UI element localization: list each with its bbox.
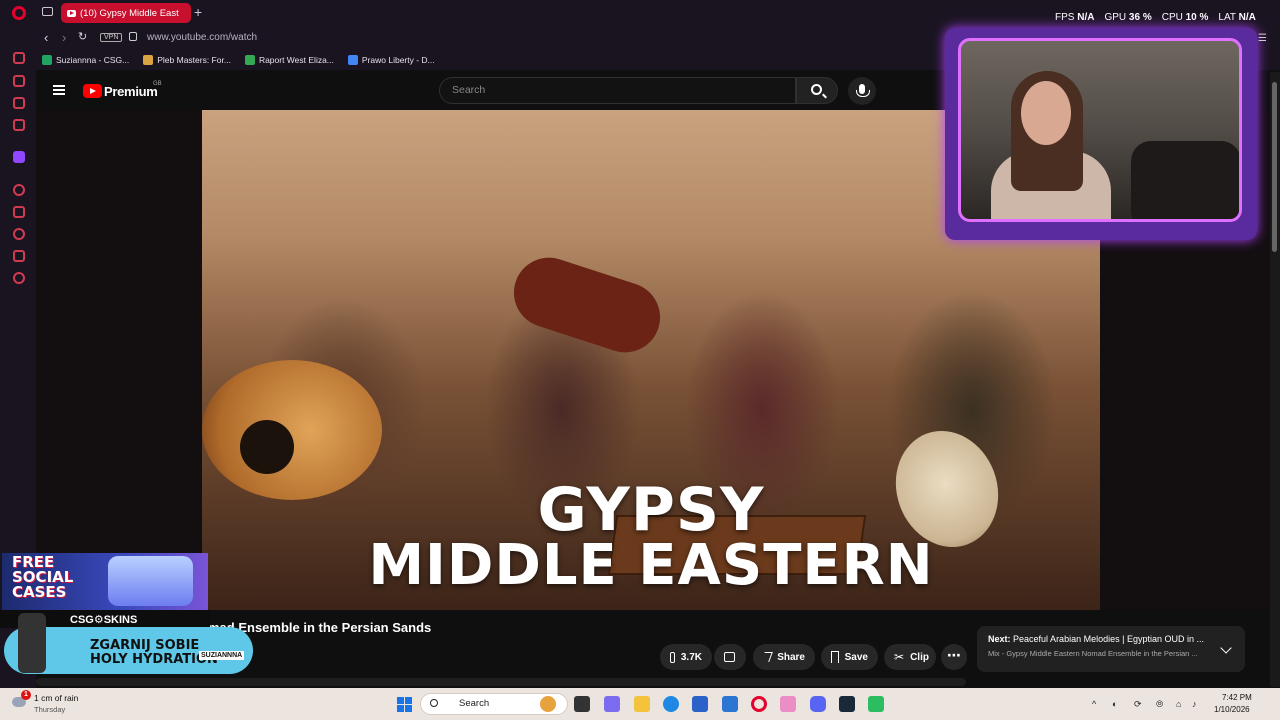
forward-arrow-icon[interactable]: ›: [62, 30, 66, 45]
webcam-feed: [958, 38, 1242, 222]
speaker-icon: [67, 9, 76, 17]
webcam-chair: [1131, 141, 1239, 219]
thumbs-down-icon: [724, 652, 735, 662]
snipping-tool-icon[interactable]: [780, 696, 796, 712]
clock-date[interactable]: 1/10/2026: [1214, 705, 1250, 714]
tab-title: (10) Gypsy Middle East: [80, 7, 179, 19]
windows-start-icon[interactable]: [397, 697, 412, 712]
opera-taskbar-icon[interactable]: [751, 696, 767, 712]
more-actions-button[interactable]: ⋯: [941, 644, 967, 670]
next-subtitle: Mix - Gypsy Middle Eastern Nomad Ensembl…: [988, 649, 1198, 658]
sword-icon: [143, 55, 154, 65]
drive-icon: [244, 55, 255, 65]
weather-day: Thursday: [34, 705, 66, 714]
ad-case-graphic: [108, 556, 193, 606]
docs-icon: [347, 55, 358, 65]
ad-badge: SUZIANNNA: [199, 651, 245, 660]
youtube-logo-icon[interactable]: [83, 84, 102, 98]
sidebar-player-icon[interactable]: [13, 184, 25, 196]
discord-icon[interactable]: [810, 696, 826, 712]
webcam-face: [1021, 81, 1071, 145]
weather-text[interactable]: 1 cm of rain: [34, 693, 78, 703]
page-scrollbar[interactable]: [1270, 72, 1280, 687]
sheets-icon: [42, 55, 52, 65]
bookmark-item[interactable]: Raport West Eliza...: [244, 55, 334, 65]
sidebar-history-icon[interactable]: [13, 228, 25, 240]
fps-stat: FPS N/A: [1055, 12, 1095, 23]
url-field[interactable]: www.youtube.com/watch: [147, 32, 257, 43]
next-title: Next: Peaceful Arabian Melodies | Egypti…: [988, 634, 1204, 644]
tray-sync-icon[interactable]: ⟳: [1134, 699, 1142, 710]
tray-mic-icon[interactable]: ⦾: [1156, 699, 1163, 710]
sidebar-ai-icon[interactable]: [13, 52, 25, 64]
lock-icon[interactable]: [129, 32, 137, 41]
page-bottom-strip: [36, 678, 966, 686]
like-count: 3.7K: [680, 651, 702, 663]
share-icon: [761, 652, 774, 662]
sidebar-extensions-icon[interactable]: [13, 250, 25, 262]
edge-icon[interactable]: [663, 696, 679, 712]
tray-network-icon[interactable]: ◐: [1112, 699, 1117, 709]
region-code: GB: [153, 81, 162, 87]
store-icon[interactable]: [692, 696, 708, 712]
tray-wifi-icon[interactable]: ⌂: [1176, 699, 1181, 709]
menu-icon[interactable]: [53, 85, 65, 95]
steam-icon[interactable]: [839, 696, 855, 712]
search-icon: [811, 84, 822, 95]
scissors-icon: ✂: [894, 650, 905, 664]
next-up-card[interactable]: Next: Peaceful Arabian Melodies | Egypti…: [977, 626, 1245, 672]
new-tab-button[interactable]: +: [194, 4, 202, 20]
search-icon: [430, 699, 438, 707]
opera-logo-icon[interactable]: [12, 6, 26, 20]
save-button[interactable]: Save: [821, 644, 878, 670]
tray-chevron-icon[interactable]: ^: [1092, 699, 1096, 709]
bookmark-icon: [831, 651, 839, 663]
tab-youtube[interactable]: (10) Gypsy Middle East: [61, 3, 191, 23]
violin-instrument: [504, 248, 670, 362]
share-button[interactable]: Share: [753, 644, 815, 670]
ad-brand: CSG⚙SKINS: [70, 614, 138, 626]
voice-search-icon[interactable]: [848, 77, 876, 105]
youtube-brand[interactable]: Premium: [104, 84, 158, 99]
bookmark-item[interactable]: Suziannna - CSG...: [42, 55, 129, 65]
copilot-icon[interactable]: [604, 696, 620, 712]
tab-menu-icon[interactable]: [42, 7, 53, 16]
file-explorer-icon[interactable]: [634, 696, 650, 712]
sidebar-shop-icon[interactable]: [13, 75, 25, 87]
oud-soundhole: [240, 420, 294, 474]
app-icon[interactable]: [868, 696, 884, 712]
performance-overlay: FPS N/A GPU 36 % CPU 10 % LAT N/A: [1055, 12, 1256, 23]
bookmark-item[interactable]: Prawo Liberty - D...: [347, 55, 435, 65]
sidebar-play-icon[interactable]: [13, 206, 25, 218]
vpn-badge[interactable]: VPN: [100, 33, 123, 42]
back-arrow-icon[interactable]: ‹: [44, 30, 48, 45]
notification-badge: 1: [21, 690, 31, 700]
sidebar-news-icon[interactable]: [13, 97, 25, 109]
search-button[interactable]: [796, 77, 838, 104]
thumbs-up-icon: [670, 651, 675, 663]
clip-button[interactable]: ✂ Clip: [884, 644, 936, 670]
bookmark-item[interactable]: Pleb Masters: For...: [143, 55, 231, 65]
thumbnail-title-line2: MIDDLE EASTERN: [368, 533, 934, 598]
clock-time[interactable]: 7:42 PM: [1222, 693, 1252, 702]
reload-icon[interactable]: ↻: [78, 30, 87, 43]
tray-volume-icon[interactable]: ♪: [1192, 699, 1197, 709]
sidebar-mail-icon[interactable]: [13, 119, 25, 131]
dislike-button[interactable]: [714, 644, 746, 670]
browser-menu-icon[interactable]: ☰: [1258, 33, 1267, 44]
lat-stat: LAT N/A: [1218, 12, 1256, 23]
search-input[interactable]: Search: [439, 77, 796, 104]
weather-widget-icon[interactable]: [540, 696, 556, 712]
scrollbar-thumb[interactable]: [1272, 82, 1277, 252]
ad-free-text: FREE SOCIAL CASES: [12, 553, 74, 601]
outlook-icon[interactable]: [722, 696, 738, 712]
sidebar-settings-icon[interactable]: [13, 272, 25, 284]
like-button[interactable]: 3.7K: [660, 644, 712, 670]
cpu-stat: CPU 10 %: [1161, 12, 1209, 23]
gpu-stat: GPU 36 %: [1104, 12, 1152, 23]
sidebar-twitch-icon[interactable]: [13, 151, 25, 163]
task-view-icon[interactable]: [574, 696, 590, 712]
ad-bottle-graphic: [18, 613, 46, 673]
